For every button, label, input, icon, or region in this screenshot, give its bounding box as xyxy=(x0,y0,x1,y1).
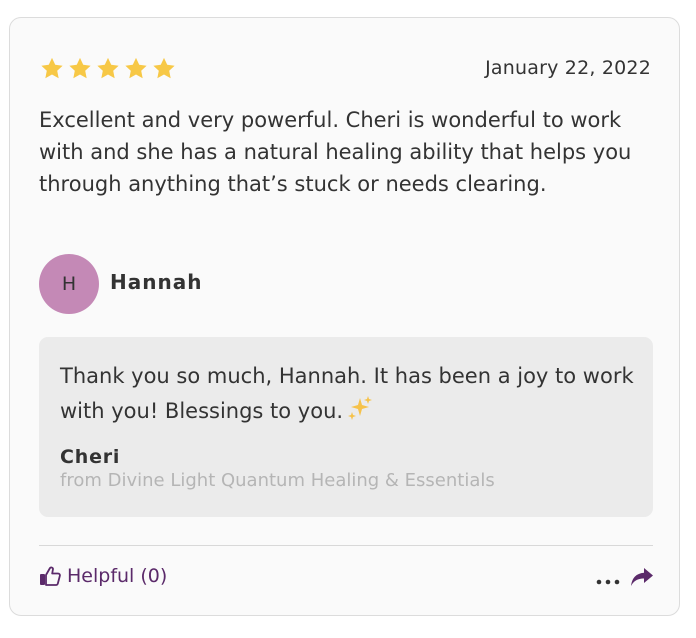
star-icon xyxy=(39,56,65,81)
divider xyxy=(39,545,653,546)
star-icon xyxy=(123,56,149,81)
more-dots-icon xyxy=(596,570,620,589)
reply-text-container: Thank you so much, Hannah. It has been a… xyxy=(60,359,640,432)
share-arrow-icon xyxy=(629,568,655,592)
avatar: H xyxy=(39,254,99,314)
helpful-button[interactable]: Helpful (0) xyxy=(39,565,167,587)
reviewer-name: Hannah xyxy=(110,270,203,294)
reply-business: from Divine Light Quantum Healing & Esse… xyxy=(60,470,495,491)
owner-reply: Thank you so much, Hannah. It has been a… xyxy=(39,337,653,517)
review-date: January 22, 2022 xyxy=(485,57,651,79)
share-button[interactable] xyxy=(629,566,655,590)
review-text: Excellent and very powerful. Cheri is wo… xyxy=(39,108,632,196)
star-icon xyxy=(151,56,177,81)
helpful-label: Helpful (0) xyxy=(67,565,168,587)
more-options-button[interactable] xyxy=(595,567,621,591)
star-icon xyxy=(95,56,121,81)
thumbs-up-icon xyxy=(39,566,61,586)
sparkles-icon xyxy=(347,395,373,432)
star-icon xyxy=(67,56,93,81)
reply-author: Cheri xyxy=(60,446,121,468)
star-rating xyxy=(39,56,177,81)
review-card: January 22, 2022 Excellent and very powe… xyxy=(9,17,680,616)
avatar-initial: H xyxy=(61,273,77,295)
